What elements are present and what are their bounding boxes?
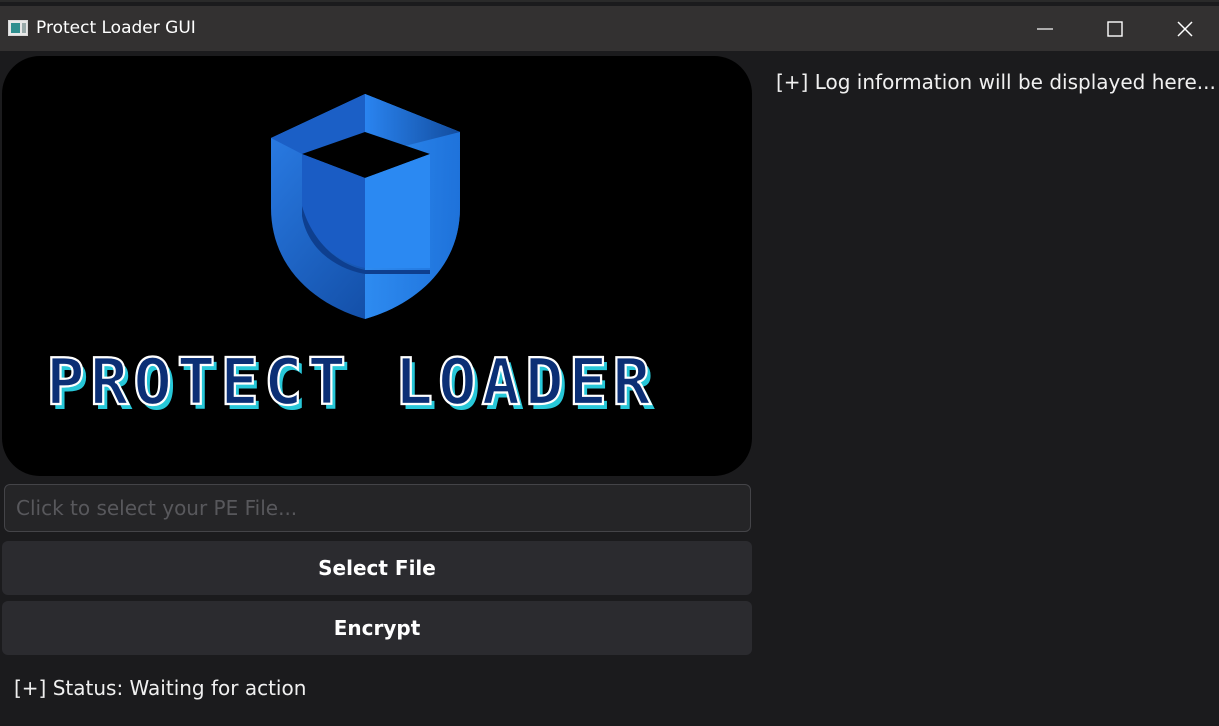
logo-banner: PROTECT LOADER PROTECT LOADER: [2, 56, 752, 476]
app-window: Protect Loader GUI PROTECT LOADER PROTEC…: [0, 0, 1219, 724]
select-file-button[interactable]: Select File: [2, 541, 752, 595]
status-label: [+] Status: Waiting for action: [14, 676, 307, 700]
title-bar[interactable]: Protect Loader GUI: [0, 6, 1219, 51]
maximize-icon: [1107, 20, 1123, 37]
protect-loader-logo: PROTECT LOADER PROTECT LOADER: [45, 94, 655, 425]
svg-text:PROTECT LOADER: PROTECT LOADER: [46, 346, 655, 420]
log-text: [+] Log information will be displayed he…: [776, 70, 1216, 94]
pe-file-path-input[interactable]: [4, 484, 751, 532]
minimize-icon: [1037, 27, 1053, 30]
shield-icon: [271, 94, 460, 319]
encrypt-button[interactable]: Encrypt: [2, 601, 752, 655]
app-window-icon: [8, 20, 28, 36]
minimize-button[interactable]: [1010, 6, 1080, 51]
left-panel: PROTECT LOADER PROTECT LOADER Select Fil…: [2, 51, 752, 726]
close-icon: [1177, 20, 1193, 37]
maximize-button[interactable]: [1080, 6, 1150, 51]
close-button[interactable]: [1150, 6, 1219, 51]
log-panel[interactable]: [760, 51, 1219, 721]
window-title: Protect Loader GUI: [36, 18, 196, 38]
logo-wordmark: PROTECT LOADER PROTECT LOADER: [45, 345, 655, 425]
